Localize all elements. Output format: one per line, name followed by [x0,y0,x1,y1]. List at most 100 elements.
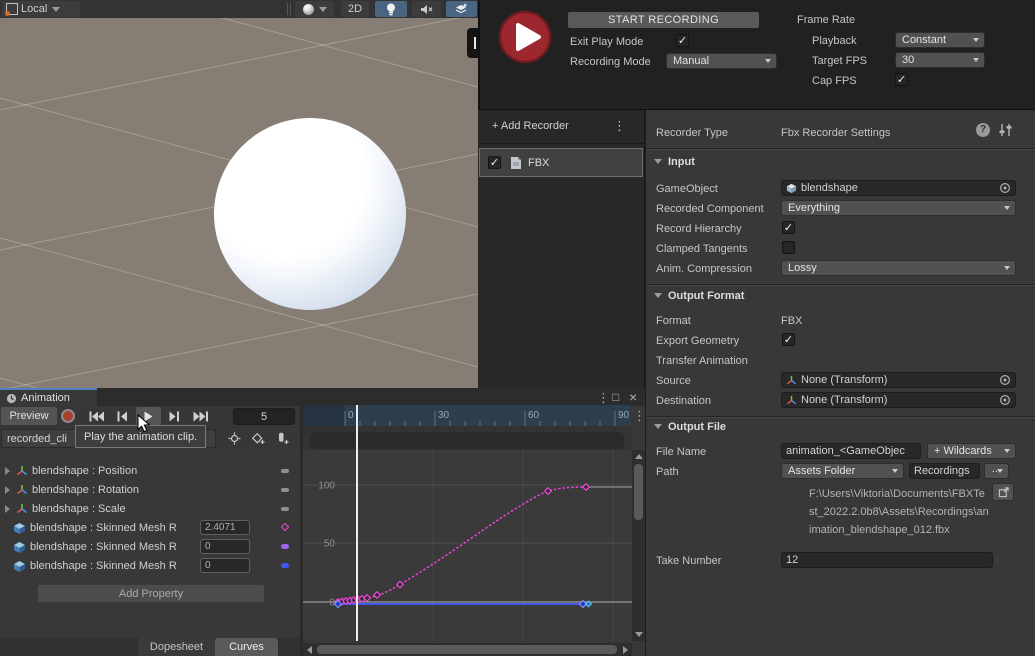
window-maximize-icon[interactable]: □ [612,390,619,404]
preview-button[interactable]: Preview [1,407,57,425]
file-name-label: File Name [656,446,706,458]
output-format-section-header[interactable]: Output Format [654,290,744,302]
source-object-field[interactable]: None (Transform) [781,372,1016,388]
transform-axis-icon [786,395,797,406]
start-recording-button[interactable]: START RECORDING [568,12,759,28]
take-number-input[interactable]: 12 [781,552,993,568]
input-section-header[interactable]: Input [654,156,695,168]
record-play-button[interactable] [498,10,552,64]
property-row-blendshape-3[interactable]: blendshape : Skinned Mesh R 0 [0,557,300,576]
current-frame-input[interactable]: 5 [233,408,295,425]
curve-horizontal-scrollbar[interactable] [303,643,632,656]
pivot-rotation-button[interactable]: Local [2,1,80,17]
foldout-arrow-icon[interactable] [5,486,10,494]
recording-mode-dropdown[interactable]: Manual [666,53,777,69]
keyframe-marker[interactable] [281,507,289,511]
keyframe-marker[interactable] [281,488,289,492]
add-keyframe-button[interactable] [248,429,268,448]
recorder-type-label: Recorder Type [656,127,728,139]
timeline-ruler[interactable]: 0306090 [303,405,630,426]
scene-overlay-handle[interactable] [467,28,478,58]
keyframe-marker[interactable] [281,523,289,531]
property-row-blendshape-1[interactable]: blendshape : Skinned Mesh R 2.4071 [0,519,300,538]
scene-lighting-toggle[interactable] [375,1,407,17]
property-row-blendshape-2[interactable]: blendshape : Skinned Mesh R 0 [0,538,300,557]
anim-compression-label: Anim. Compression [656,263,752,275]
timeline-range-strip [303,426,632,450]
cap-fps-checkbox[interactable]: ✓ [895,73,908,86]
curve-editor[interactable]: 100 50 0 [303,450,632,641]
scene-toolbar: Local 2D [0,0,478,18]
tab-curves[interactable]: Curves [215,638,278,656]
object-picker-icon[interactable] [999,394,1011,406]
next-frame-button[interactable] [162,407,187,425]
ruler-menu-icon[interactable]: ⋮ [633,408,645,424]
scrollbar-thumb[interactable] [317,645,617,654]
preview-label: Preview [9,410,48,422]
tab-animation[interactable]: Animation [0,388,97,406]
keyframe-marker[interactable] [281,544,289,549]
keyframe-marker[interactable] [281,563,289,568]
playhead-line[interactable] [356,405,358,641]
goto-first-frame-button[interactable] [84,407,109,425]
record-toggle-button[interactable] [61,409,75,423]
scene-audio-mute-toggle[interactable] [412,1,441,17]
recorder-list-menu-icon[interactable]: ⋮ [613,118,626,134]
anim-compression-dropdown[interactable]: Lossy [781,260,1016,276]
shading-mode-button[interactable] [295,1,334,17]
playback-dropdown[interactable]: Constant [895,32,985,48]
destination-object-field[interactable]: None (Transform) [781,392,1016,408]
view-2d-toggle[interactable]: 2D [341,1,369,17]
property-value-field[interactable]: 0 [200,558,250,573]
browse-button[interactable]: ... [984,463,1009,479]
keyframe-marker[interactable] [281,469,289,473]
export-geometry-checkbox[interactable]: ✓ [782,333,795,346]
scroll-left-arrow[interactable] [307,646,312,654]
recorder-list-item-fbx[interactable]: ✓ FBX [479,148,643,177]
gameobject-object-field[interactable]: blendshape [781,180,1016,196]
add-event-button[interactable] [272,429,292,448]
recorded-component-dropdown[interactable]: Everything [781,200,1016,216]
foldout-arrow-icon[interactable] [5,467,10,475]
object-picker-icon[interactable] [999,182,1011,194]
curve-vertical-scrollbar[interactable] [632,450,645,641]
add-recorder-button[interactable]: + Add Recorder ⋮ [478,110,644,144]
foldout-arrow-icon[interactable] [5,505,10,513]
property-row-position[interactable]: blendshape : Position [0,462,300,481]
property-row-scale[interactable]: blendshape : Scale [0,500,300,519]
recorded-component-label: Recorded Component [656,203,764,215]
recorder-enabled-checkbox[interactable]: ✓ [488,156,501,169]
wildcards-button[interactable]: + Wildcards [927,443,1016,459]
path-root-dropdown[interactable]: Assets Folder [781,463,904,479]
preset-icon[interactable] [998,123,1013,137]
help-icon[interactable]: ? [976,123,990,137]
object-picker-icon[interactable] [999,374,1011,386]
property-value-field[interactable]: 0 [200,539,250,554]
path-folder-input[interactable]: Recordings [909,463,980,479]
record-hierarchy-checkbox[interactable]: ✓ [782,221,795,234]
property-row-rotation[interactable]: blendshape : Rotation [0,481,300,500]
goto-last-frame-button[interactable] [188,407,213,425]
output-file-section-header[interactable]: Output File [654,421,726,433]
recorder-item-label: FBX [528,157,549,169]
previous-frame-button[interactable] [110,407,135,425]
clamped-tangents-checkbox[interactable] [782,241,795,254]
filter-selection-button[interactable] [224,429,244,448]
scene-sphere[interactable] [214,118,406,310]
property-value-field[interactable]: 2.4071 [200,520,250,535]
open-path-button[interactable] [992,483,1014,501]
curve-magenta[interactable] [338,487,586,602]
scroll-right-arrow[interactable] [623,646,628,654]
window-menu-icon[interactable]: ⋮ [597,390,610,406]
scene-effects-button[interactable] [446,1,477,17]
window-close-icon[interactable]: × [629,389,637,405]
scroll-down-arrow[interactable] [635,632,643,637]
target-fps-dropdown[interactable]: 30 [895,52,985,68]
exit-play-mode-checkbox[interactable]: ✓ [676,34,689,47]
scrollbar-thumb[interactable] [634,464,643,520]
scroll-up-arrow[interactable] [635,454,643,459]
tab-dopesheet[interactable]: Dopesheet [138,638,215,656]
animation-window: Animation ⋮ □ × Preview [0,388,645,656]
add-property-button[interactable]: Add Property [37,584,265,603]
file-name-input[interactable]: animation_<GameObjec [781,443,921,459]
